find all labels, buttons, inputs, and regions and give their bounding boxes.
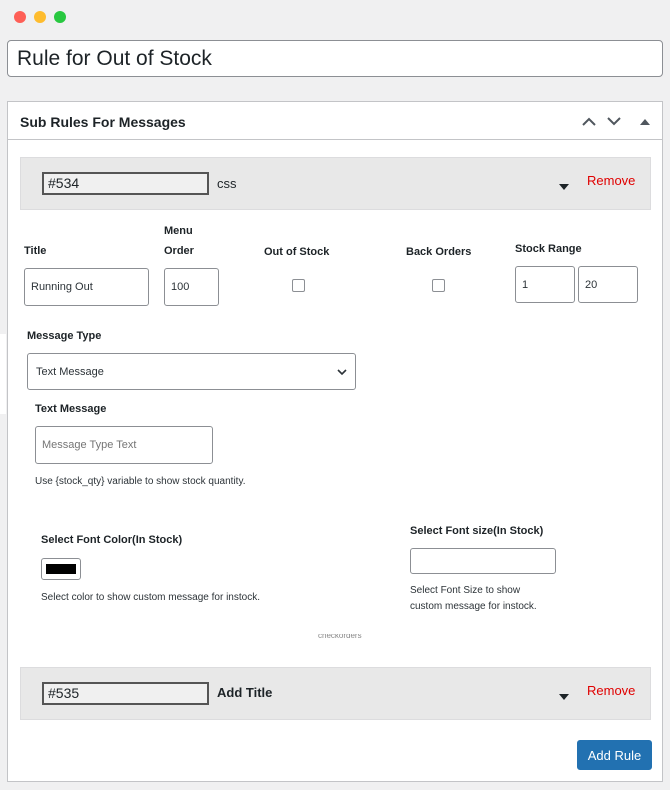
font-size-label: Select Font size(In Stock) [410,525,544,537]
truncated-label: checkorders [318,634,362,640]
back-orders-checkbox[interactable] [432,279,445,292]
window-titlebar [0,0,670,34]
minimize-window-button[interactable] [34,11,46,23]
menu-order-input[interactable]: 100 [164,268,219,306]
stock-range-min-input[interactable]: 1 [515,266,575,303]
out-of-stock-checkbox[interactable] [292,279,305,292]
menu-order-label-line-2: Order [164,245,194,257]
chevron-down-icon [337,369,347,376]
font-size-help-line-1: Select Font Size to show [410,585,521,596]
panel-header: Sub Rules For Messages [8,102,662,140]
rule-name: css [217,176,237,191]
font-color-picker[interactable] [41,558,81,580]
rule-toggle-button[interactable] [559,178,569,190]
remove-rule-link[interactable]: Remove [587,683,635,698]
move-down-button[interactable] [605,112,623,130]
stock-range-label: Stock Range [515,243,582,255]
add-rule-button[interactable]: Add Rule [577,740,652,770]
rule-toggle-button[interactable] [559,688,569,700]
rule-id-input[interactable]: #535 [42,682,209,705]
close-window-button[interactable] [14,11,26,23]
text-message-input[interactable]: Message Type Text [35,426,213,464]
message-type-value: Text Message [36,365,104,378]
panel-edge-gap [0,334,6,414]
text-message-help: Use {stock_qty} variable to show stock q… [35,476,246,487]
title-input[interactable]: Running Out [24,268,149,306]
sub-rules-panel: Sub Rules For Messages #534 css Remove T… [7,101,663,782]
rule-bar-534: #534 css Remove [20,157,651,210]
out-of-stock-label: Out of Stock [264,246,330,258]
toggle-panel-button[interactable] [636,112,654,130]
font-size-help-line-2: custom message for instock. [410,601,537,612]
rule-id-input[interactable]: #534 [42,172,209,195]
font-color-swatch [46,564,76,574]
remove-rule-link[interactable]: Remove [587,173,635,188]
font-color-label: Select Font Color(In Stock) [41,534,183,546]
maximize-window-button[interactable] [54,11,66,23]
chevron-up-icon [582,117,596,126]
text-message-label: Text Message [35,403,107,415]
message-type-select[interactable]: Text Message [27,353,356,390]
title-label: Title [24,245,47,257]
font-size-input[interactable] [410,548,556,574]
stock-range-max-input[interactable]: 20 [578,266,638,303]
move-up-button[interactable] [580,112,598,130]
caret-down-icon [559,694,569,700]
chevron-down-icon [607,116,621,125]
post-title-input[interactable]: Rule for Out of Stock [7,40,663,77]
back-orders-label: Back Orders [406,246,472,258]
caret-up-icon [640,118,650,125]
panel-title: Sub Rules For Messages [20,114,186,130]
message-type-label: Message Type [27,330,102,342]
font-color-help: Select color to show custom message for … [41,592,260,603]
caret-down-icon [559,184,569,190]
menu-order-label-line-1: Menu [164,225,193,237]
rule-name: Add Title [217,685,273,700]
rule-bar-535: #535 Add Title Remove [20,667,651,720]
